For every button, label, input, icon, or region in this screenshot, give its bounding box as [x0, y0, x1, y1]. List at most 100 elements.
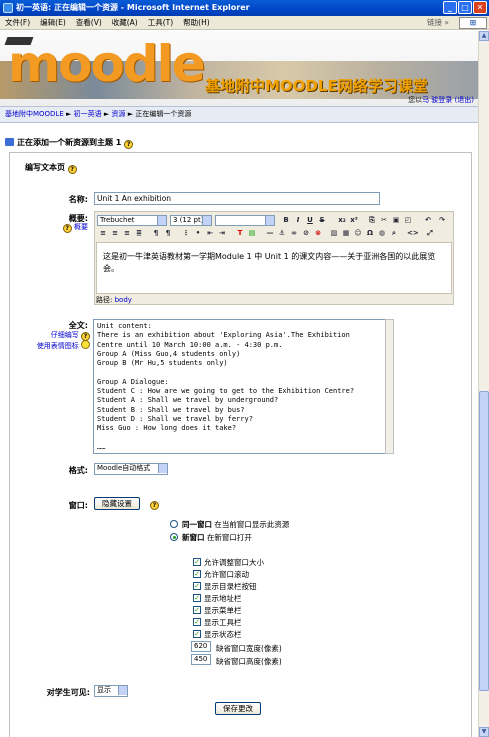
- help-icon[interactable]: ?: [67, 165, 77, 174]
- style-select[interactable]: [215, 215, 275, 226]
- emoticons-link[interactable]: 使用表情图标: [10, 340, 90, 351]
- superscript-icon[interactable]: x²: [349, 215, 359, 225]
- indent-icon[interactable]: ⇥: [217, 228, 227, 238]
- site-header: moodle 基地附中MOODLE网络学习课堂 您以马 骏登录 (退出): [0, 31, 478, 106]
- summary-editor-area[interactable]: 这是初一牛津英语教材第一学期Module 1 中 Unit 1 的课文内容——关…: [96, 242, 452, 294]
- align-left-icon[interactable]: ≡: [98, 228, 108, 238]
- breadcrumb-separator: ►: [66, 110, 72, 118]
- save-changes-button[interactable]: 保存更改: [215, 702, 261, 715]
- menu-edit[interactable]: 编辑(E): [35, 16, 71, 30]
- new-window-radio[interactable]: [170, 533, 178, 541]
- window-height-input[interactable]: 450: [191, 654, 211, 665]
- page-scrollbar[interactable]: ▲ ▼: [478, 31, 489, 737]
- site-name: 基地附中MOODLE网络学习课堂: [205, 77, 428, 95]
- html-source-icon[interactable]: <>: [407, 228, 419, 238]
- underline-icon[interactable]: U: [305, 215, 315, 225]
- horizontal-rule-icon[interactable]: —: [265, 228, 275, 238]
- special-char-icon[interactable]: Ω: [365, 228, 375, 238]
- checkbox-location[interactable]: ✓: [193, 594, 201, 602]
- login-user-link[interactable]: 马 骏登录: [422, 96, 452, 104]
- breadcrumb-separator: ►: [103, 110, 110, 118]
- ordered-list-icon[interactable]: ⋮: [181, 228, 191, 238]
- textarea-scrollbar[interactable]: [385, 319, 394, 454]
- italic-icon[interactable]: I: [293, 215, 303, 225]
- checkbox-toolbar[interactable]: ✓: [193, 618, 201, 626]
- redo-icon[interactable]: ↷: [437, 215, 447, 225]
- clean-word-icon[interactable]: ◰: [403, 215, 413, 225]
- links-toolbar[interactable]: 链接 »: [427, 16, 449, 30]
- paste-icon[interactable]: ▣: [391, 215, 401, 225]
- spellcheck-icon[interactable]: ◍: [377, 228, 387, 238]
- fullscreen-icon[interactable]: ⤢: [425, 228, 435, 238]
- copy-icon[interactable]: ⎘: [367, 215, 377, 225]
- checkbox-location-label: 显示地址栏: [204, 594, 242, 603]
- format-select[interactable]: Moodle自动格式: [94, 463, 168, 475]
- chevron-down-icon: [118, 686, 127, 695]
- highlight-color-icon[interactable]: ▤: [247, 228, 257, 238]
- menu-file[interactable]: 文件(F): [0, 16, 35, 30]
- page-content: moodle 基地附中MOODLE网络学习课堂 您以马 骏登录 (退出) 基地附…: [0, 31, 478, 737]
- form-legend-text: 编写文本页: [25, 163, 65, 172]
- align-center-icon[interactable]: ≡: [110, 228, 120, 238]
- checkbox-resizable[interactable]: ✓: [193, 558, 201, 566]
- undo-icon[interactable]: ↶: [423, 215, 433, 225]
- breadcrumb-site[interactable]: 基地附中MOODLE: [5, 110, 64, 118]
- close-icon[interactable]: ✕: [473, 1, 487, 14]
- links-label: 链接: [427, 18, 443, 27]
- new-window-desc: 在新窗口打开: [206, 533, 252, 542]
- outdent-icon[interactable]: ⇤: [205, 228, 215, 238]
- minimize-icon[interactable]: _: [443, 1, 457, 14]
- justify-icon[interactable]: ≣: [134, 228, 144, 238]
- hide-settings-button[interactable]: 隐藏设置: [94, 497, 140, 510]
- scroll-thumb[interactable]: [479, 391, 489, 691]
- menu-help[interactable]: 帮助(H): [178, 16, 215, 30]
- scroll-down-icon[interactable]: ▼: [479, 727, 489, 737]
- strikethrough-icon[interactable]: S: [317, 215, 327, 225]
- unordered-list-icon[interactable]: •: [193, 228, 203, 238]
- image-icon[interactable]: ▨: [329, 228, 339, 238]
- summary-help-link[interactable]: ? 概要: [40, 222, 88, 233]
- anchor-icon[interactable]: ⚓: [277, 228, 287, 238]
- help-icon[interactable]: ?: [124, 140, 134, 149]
- font-select[interactable]: Trebuchet: [97, 215, 167, 226]
- text-color-icon[interactable]: T: [235, 228, 245, 238]
- help-icon[interactable]: ?: [150, 501, 159, 510]
- breadcrumb-course[interactable]: 初一英语: [74, 110, 102, 118]
- scroll-up-icon[interactable]: ▲: [479, 31, 489, 41]
- name-input[interactable]: Unit 1 An exhibition: [94, 192, 380, 205]
- window-width-input[interactable]: 620: [191, 641, 211, 652]
- smiley-icon[interactable]: [81, 340, 90, 349]
- rtl-icon[interactable]: ¶: [163, 228, 173, 238]
- smiley-icon[interactable]: ☺: [353, 228, 363, 238]
- align-right-icon[interactable]: ≡: [122, 228, 132, 238]
- breadcrumb-resources[interactable]: 资源: [112, 110, 126, 118]
- nolink-icon[interactable]: ⊗: [313, 228, 323, 238]
- chevron-down-icon: [265, 216, 274, 225]
- checkbox-directories[interactable]: ✓: [193, 582, 201, 590]
- table-icon[interactable]: ▦: [341, 228, 351, 238]
- checkbox-status[interactable]: ✓: [193, 630, 201, 638]
- cut-icon[interactable]: ✂: [379, 215, 389, 225]
- subscript-icon[interactable]: x₂: [337, 215, 347, 225]
- visible-select[interactable]: 显示: [94, 685, 128, 697]
- maximize-icon[interactable]: □: [458, 1, 472, 14]
- moodle-logo[interactable]: moodle: [8, 33, 206, 95]
- link-icon[interactable]: ∞: [289, 228, 299, 238]
- menu-tools[interactable]: 工具(T): [143, 16, 178, 30]
- ltr-icon[interactable]: ¶: [151, 228, 161, 238]
- breadcrumb-current: 正在编辑一个资源: [135, 110, 192, 118]
- path-body-link[interactable]: body: [115, 296, 132, 304]
- ie-app-icon: [3, 3, 13, 13]
- checkbox-scrollbars[interactable]: ✓: [193, 570, 201, 578]
- menu-view[interactable]: 查看(V): [71, 16, 107, 30]
- size-select[interactable]: 3 (12 pt): [170, 215, 212, 226]
- bold-icon[interactable]: B: [281, 215, 291, 225]
- search-replace-icon[interactable]: ⌕: [389, 228, 399, 238]
- unlink-icon[interactable]: ⊘: [301, 228, 311, 238]
- fulltext-textarea[interactable]: Unit content: There is an exhibition abo…: [93, 319, 386, 454]
- menu-favorites[interactable]: 收藏(A): [107, 16, 143, 30]
- same-window-radio[interactable]: [170, 520, 178, 528]
- checkbox-menubar[interactable]: ✓: [193, 606, 201, 614]
- logout-link[interactable]: (退出): [455, 96, 474, 104]
- help-icon[interactable]: ?: [62, 224, 72, 233]
